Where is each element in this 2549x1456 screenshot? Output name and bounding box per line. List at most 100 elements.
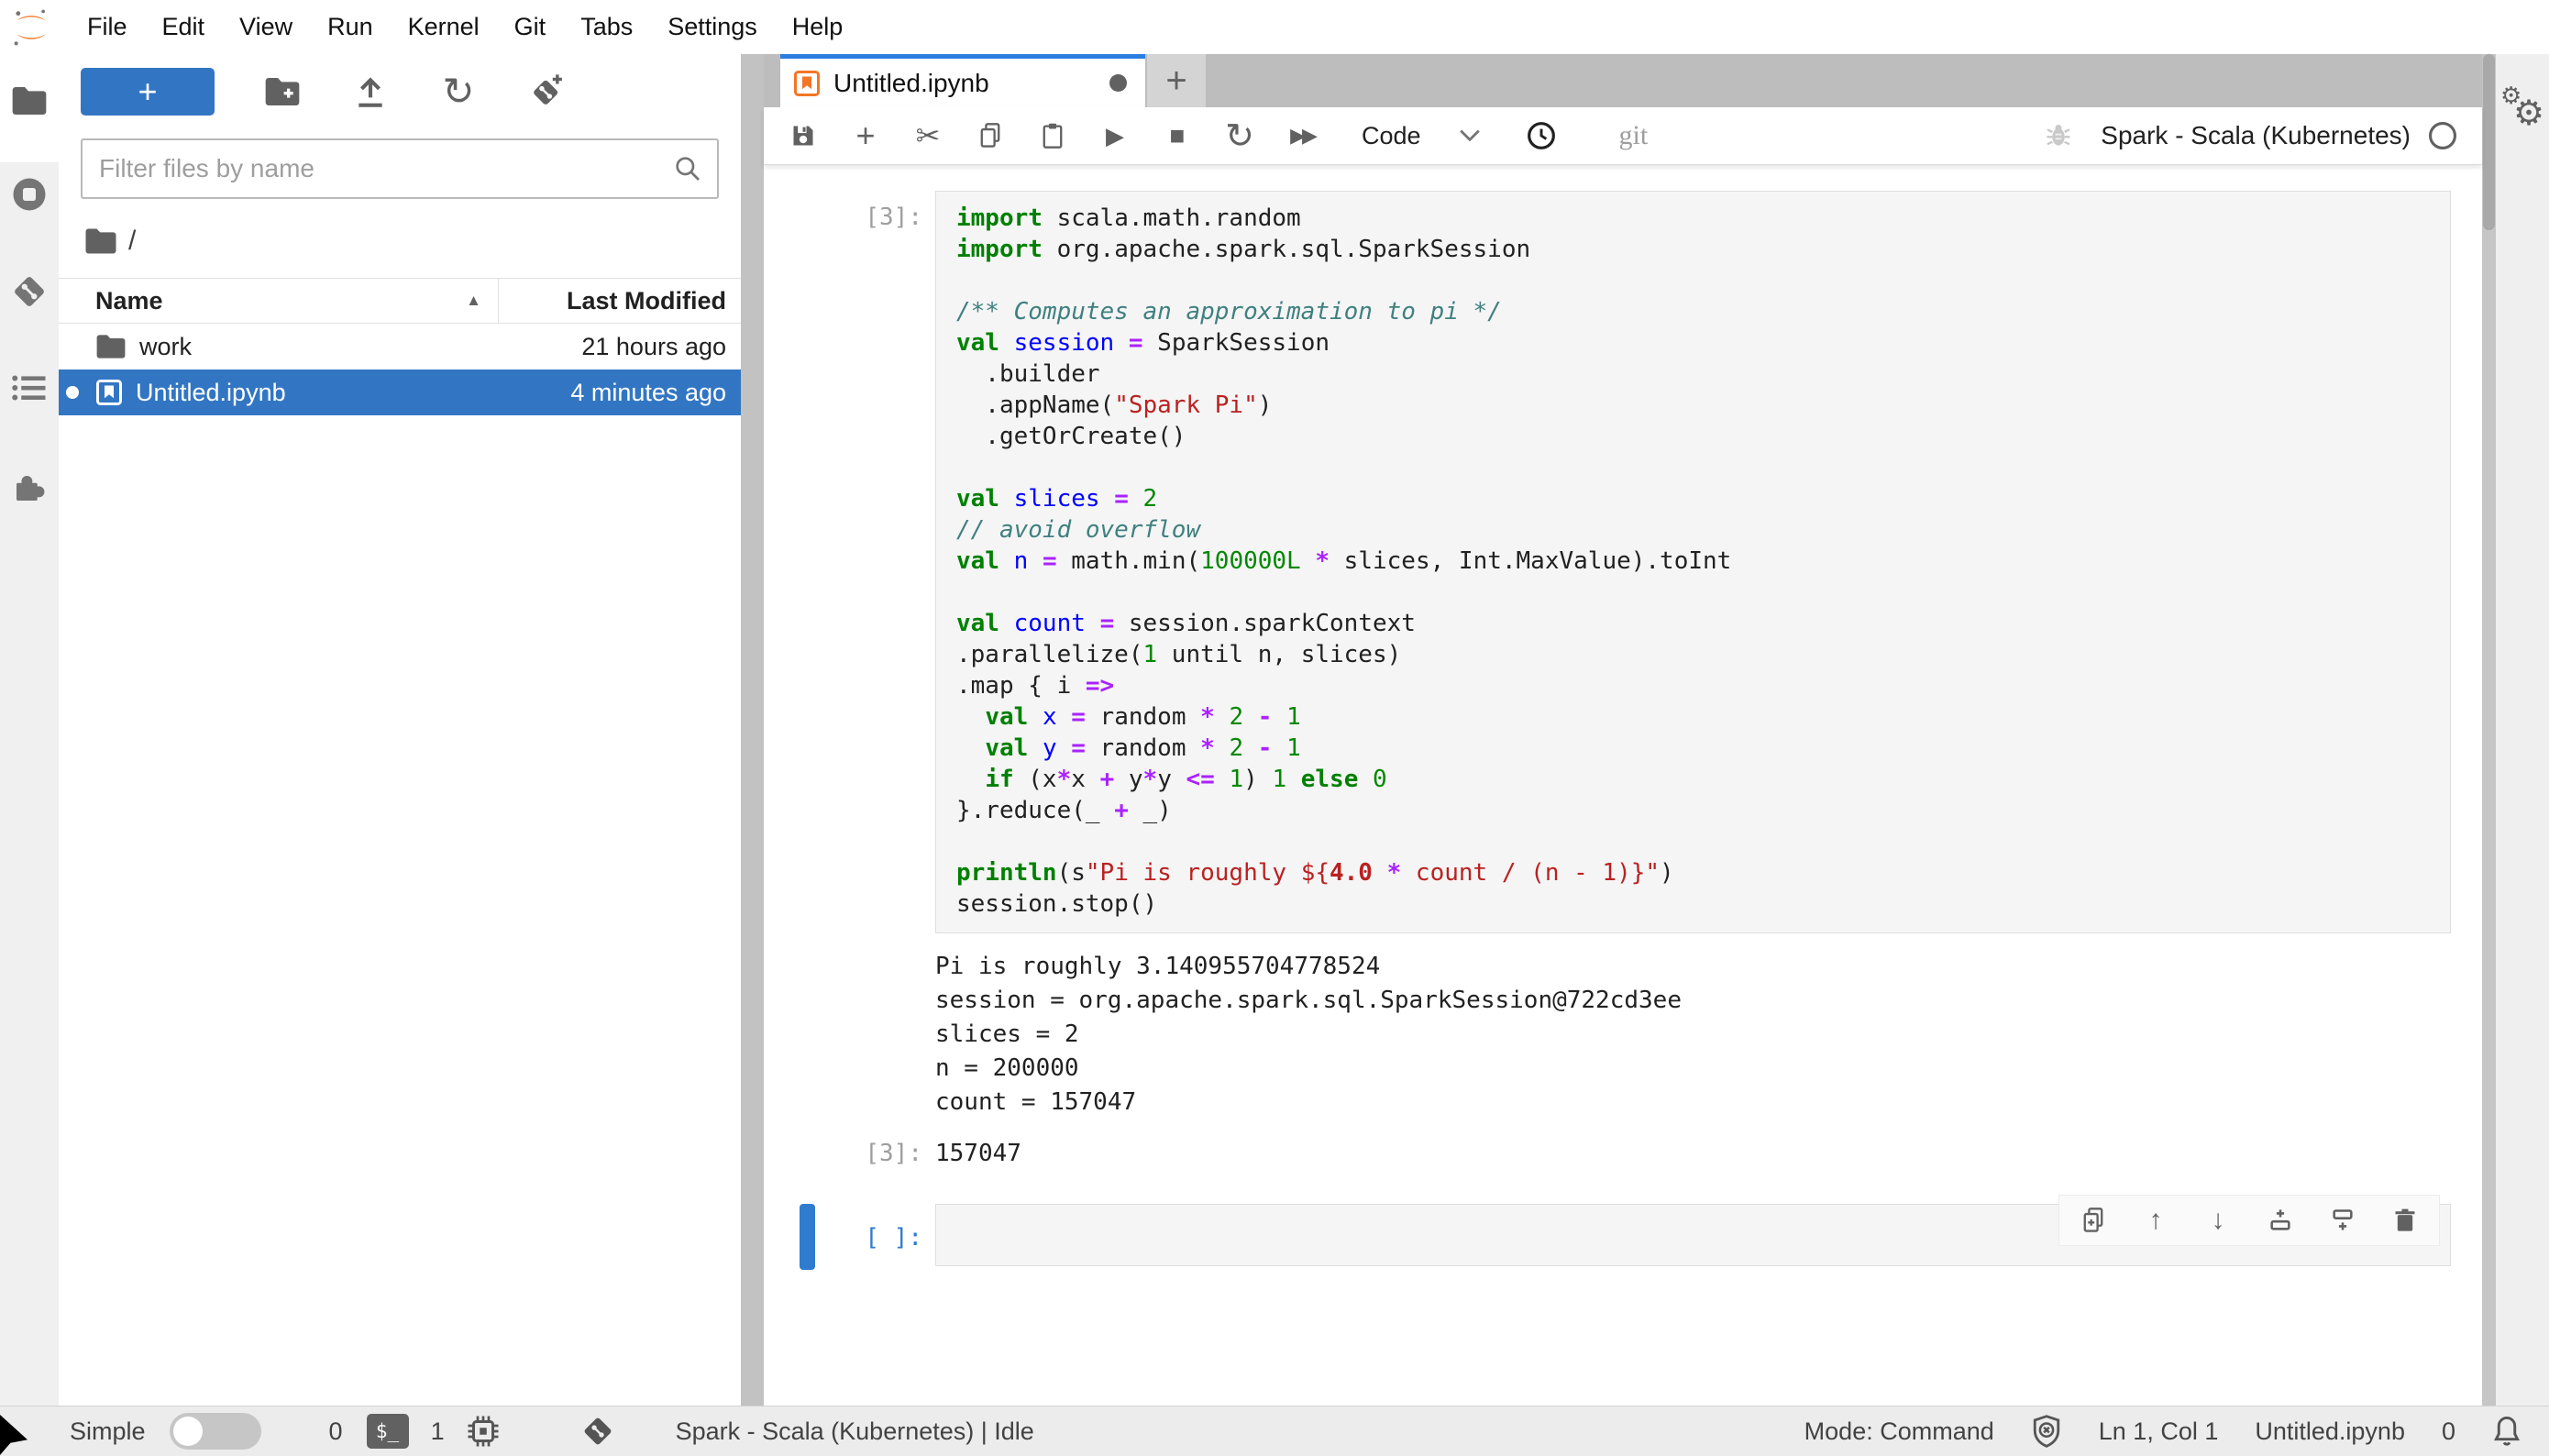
- breadcrumb[interactable]: /: [84, 223, 741, 259]
- empty-code-cell[interactable]: [ ]: ↑ ↓: [764, 1195, 2482, 1270]
- terminals-count[interactable]: 0: [329, 1417, 343, 1446]
- code-line: .builder: [956, 360, 1100, 388]
- kernel-name-label[interactable]: Spark - Scala (Kubernetes): [2101, 121, 2411, 150]
- output-line: slices = 2: [935, 1020, 1079, 1048]
- output-line: n = 200000: [935, 1054, 1079, 1082]
- run-button[interactable]: ▶: [1099, 119, 1131, 152]
- chevron-down-icon[interactable]: [1454, 119, 1485, 152]
- insert-cell-above-icon[interactable]: [2267, 1207, 2294, 1234]
- file-modified: 21 hours ago: [581, 332, 726, 360]
- code-line: val n = math.min(100000L * slices, Int.M…: [956, 547, 1732, 575]
- menu-run[interactable]: Run: [310, 13, 391, 41]
- new-tab-button[interactable]: +: [1147, 54, 1206, 107]
- move-cell-down-icon[interactable]: ↓: [2204, 1205, 2232, 1235]
- duplicate-cell-icon[interactable]: [2080, 1207, 2107, 1234]
- menu-view[interactable]: View: [222, 13, 310, 41]
- scrollbar-thumb[interactable]: [2483, 54, 2495, 230]
- file-row-Untitled.ipynb[interactable]: Untitled.ipynb 4 minutes ago: [59, 370, 741, 415]
- kernel-status-label[interactable]: Spark - Scala (Kubernetes) | Idle: [676, 1417, 1034, 1446]
- empty-input-prompt: [ ]:: [865, 1224, 922, 1252]
- code-line: .appName("Spark Pi"): [956, 392, 1273, 419]
- code-line: .getOrCreate(): [956, 423, 1186, 450]
- file-browser-icon[interactable]: [0, 85, 59, 116]
- menu-help[interactable]: Help: [775, 13, 861, 41]
- menu-edit[interactable]: Edit: [145, 13, 223, 41]
- column-header-modified[interactable]: Last Modified: [498, 279, 741, 323]
- trust-shield-icon[interactable]: [2031, 1414, 2062, 1449]
- tab-untitled-ipynb[interactable]: Untitled.ipynb: [780, 54, 1145, 107]
- active-file-label[interactable]: Untitled.ipynb: [2255, 1417, 2405, 1446]
- debugger-bug-icon[interactable]: [2044, 121, 2073, 150]
- restart-run-all-button[interactable]: ▶▶: [1286, 119, 1318, 152]
- cut-cells-button[interactable]: ✂: [912, 119, 943, 152]
- code-line: }.reduce(_ + _): [956, 797, 1172, 824]
- code-line: .parallelize(1 until n, slices): [956, 641, 1402, 668]
- kernel-history-clock-icon[interactable]: [1526, 119, 1557, 152]
- upload-button[interactable]: [350, 68, 391, 116]
- save-button[interactable]: [788, 119, 819, 152]
- code-line: val count = session.sparkContext: [956, 610, 1416, 637]
- refresh-button[interactable]: ↻: [438, 68, 479, 116]
- mode-indicator[interactable]: Mode: Command: [1804, 1417, 1994, 1446]
- cell-toolbar: ↑ ↓: [2058, 1195, 2440, 1246]
- paste-cells-button[interactable]: [1037, 119, 1068, 152]
- kernels-count[interactable]: 1: [431, 1417, 445, 1446]
- code-cell[interactable]: [3]: import scala.math.random import org.…: [764, 191, 2482, 933]
- stop-button[interactable]: ■: [1162, 119, 1193, 152]
- search-icon: [676, 157, 700, 181]
- code-line: println(s"Pi is roughly ${4.0 * count / …: [956, 859, 1674, 887]
- insert-cell-below-icon[interactable]: [2329, 1207, 2356, 1234]
- menubar: File Edit View Run Kernel Git Tabs Settings Help: [0, 0, 2549, 54]
- copy-cells-button[interactable]: [975, 119, 1006, 152]
- code-line: val session = SparkSession: [956, 329, 1330, 357]
- code-editor[interactable]: import scala.math.random import org.apach…: [935, 191, 2451, 933]
- running-kernels-icon[interactable]: [0, 175, 59, 214]
- new-launcher-button[interactable]: +: [81, 68, 215, 116]
- unsaved-changes-dot[interactable]: [1109, 74, 1127, 92]
- menu-kernel[interactable]: Kernel: [391, 13, 497, 41]
- menu-file[interactable]: File: [70, 13, 145, 41]
- file-name: Untitled.ipynb: [136, 378, 286, 406]
- git-status-icon[interactable]: [580, 1414, 615, 1449]
- selected-cell-bar: [800, 1204, 815, 1270]
- panel-divider[interactable]: [741, 54, 764, 1406]
- table-of-contents-icon[interactable]: [0, 371, 59, 404]
- notifications-count[interactable]: 0: [2442, 1417, 2455, 1446]
- code-line: import scala.math.random: [956, 204, 1301, 232]
- folder-icon: [95, 334, 127, 359]
- sort-ascending-icon: ▲: [466, 292, 481, 309]
- column-header-name[interactable]: Name ▲: [59, 287, 498, 315]
- simple-mode-toggle[interactable]: [169, 1413, 261, 1450]
- new-folder-button[interactable]: [262, 68, 303, 116]
- restart-kernel-button[interactable]: ↻: [1224, 117, 1255, 156]
- notebook-scrollbar[interactable]: [2482, 54, 2496, 1406]
- file-row-work[interactable]: work 21 hours ago: [59, 324, 741, 370]
- dock-tab-bar: Untitled.ipynb +: [764, 54, 2482, 107]
- add-cell-button[interactable]: +: [850, 116, 881, 154]
- kernel-idle-indicator[interactable]: [2427, 120, 2458, 151]
- bell-icon[interactable]: [2492, 1415, 2521, 1448]
- code-line: val slices = 2: [956, 485, 1158, 513]
- property-inspector-icon[interactable]: ⚙ ⚙: [2500, 82, 2544, 133]
- menu-git[interactable]: Git: [497, 13, 564, 41]
- result-value: 157047: [935, 1140, 1021, 1167]
- extensions-icon[interactable]: [0, 469, 59, 507]
- git-clone-button[interactable]: [526, 68, 567, 116]
- output-prompt: [3]:: [865, 1140, 922, 1167]
- file-list: work 21 hours ago Untitled.ipynb 4 minutes …: [59, 324, 741, 415]
- code-line: if (x*x + y*y <= 1) 1 else 0: [985, 766, 1387, 793]
- menu-settings[interactable]: Settings: [650, 13, 775, 41]
- file-browser-panel: + ↻ / Name ▲ Last Modified work 21 hours …: [59, 54, 741, 1406]
- code-line: // avoid overflow: [956, 516, 1201, 544]
- git-toolbar-label[interactable]: git: [1619, 120, 1649, 151]
- move-cell-up-icon[interactable]: ↑: [2142, 1205, 2169, 1235]
- menu-tabs[interactable]: Tabs: [563, 13, 650, 41]
- git-icon[interactable]: [0, 272, 59, 311]
- cell-type-select[interactable]: Code: [1362, 122, 1421, 150]
- filter-files-input[interactable]: [97, 153, 673, 184]
- code-line: session.stop(): [956, 890, 1158, 918]
- delete-cell-icon[interactable]: [2391, 1207, 2419, 1234]
- cursor-position[interactable]: Ln 1, Col 1: [2099, 1417, 2219, 1446]
